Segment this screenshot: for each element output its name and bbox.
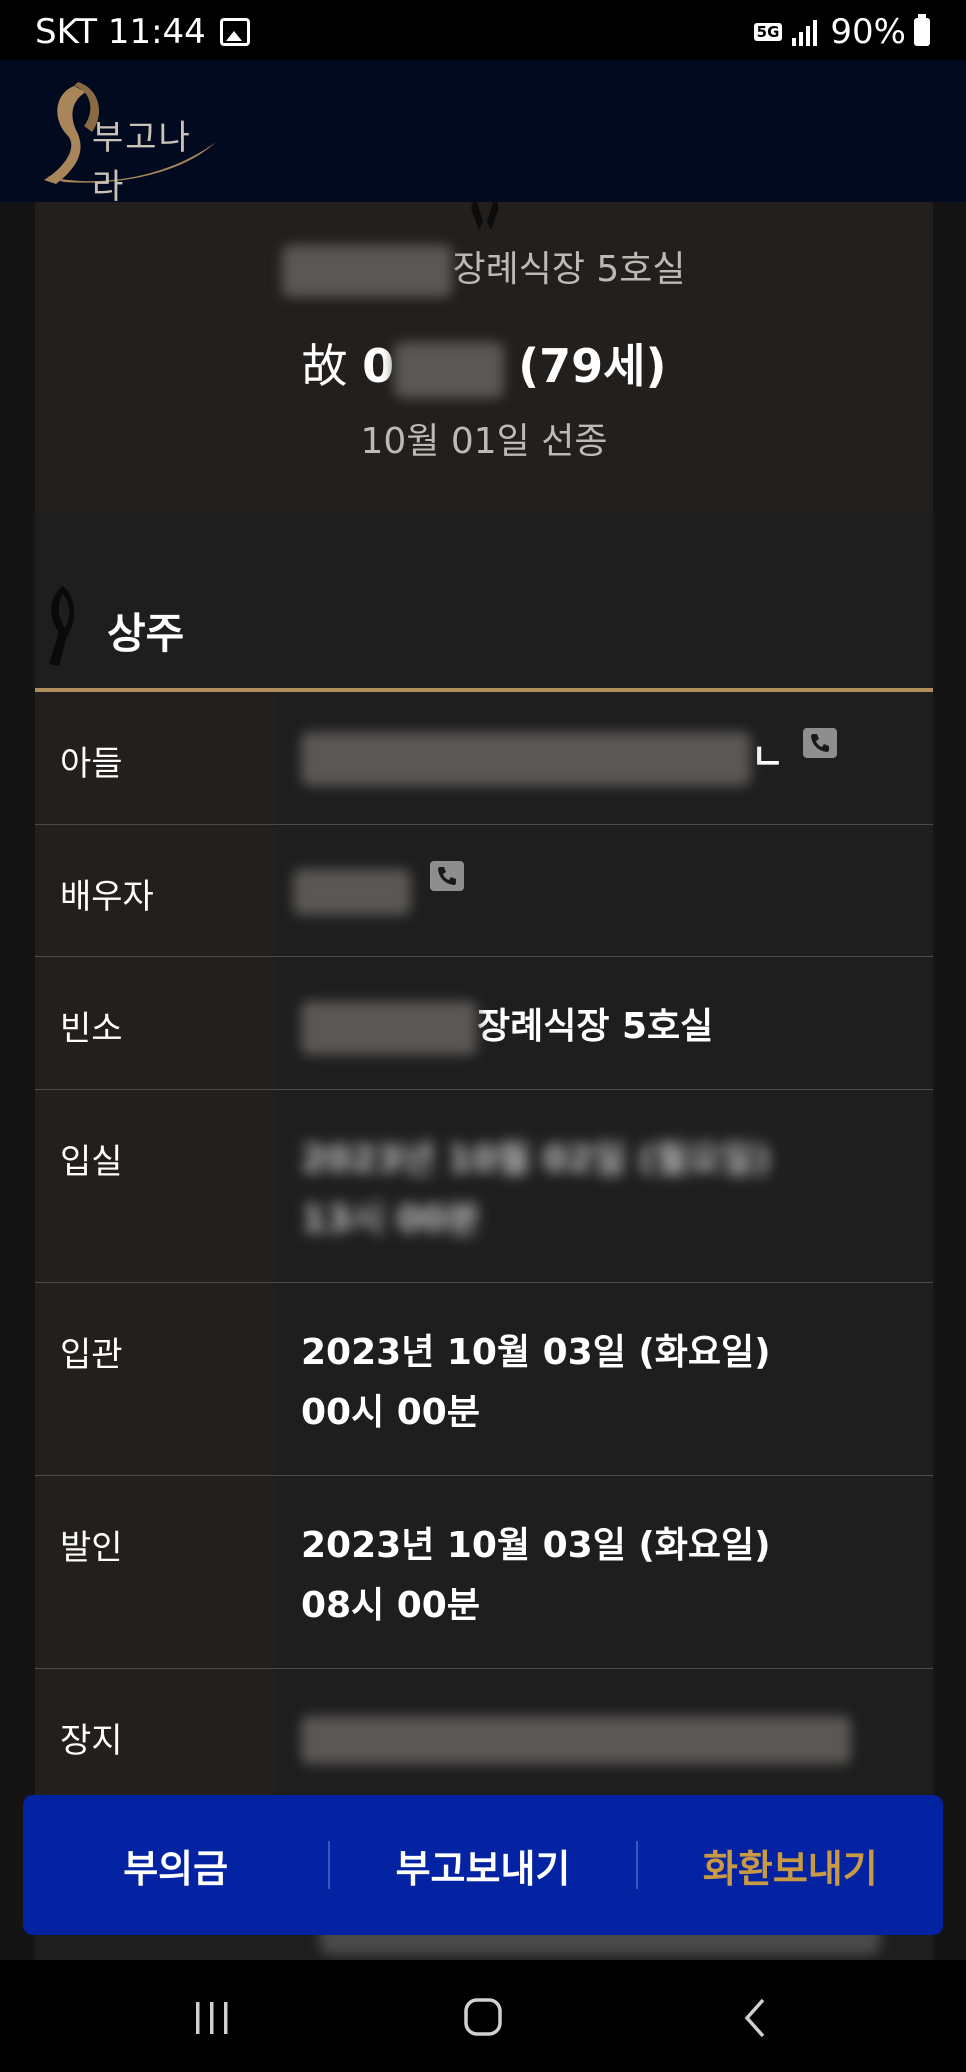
encoffining-value: 2023년 10월 03일 (화요일) 00시 00분: [301, 1323, 771, 1443]
section-header: 상주: [35, 586, 933, 686]
son-value: ㄴ: [301, 728, 837, 788]
row-label: 입실: [60, 1142, 123, 1182]
status-bar: SKT 11:44 5G 90%: [0, 0, 966, 60]
departure-date: 2023년 10월 03일 (화요일): [301, 1525, 771, 1566]
check-in-value: 2023년 10월 02일 (월요일) 13시 00분: [301, 1130, 771, 1250]
screen: SKT 11:44 5G 90% 부고나라 장례식장 5호실 故 0 (79세)…: [0, 0, 966, 2072]
label-cell: [35, 1090, 278, 1282]
phone-icon[interactable]: [802, 728, 837, 758]
mourning-ribbon-icon: [471, 196, 499, 230]
redacted-text: [282, 245, 453, 297]
table-row-spouse: 배우자: [35, 825, 933, 957]
row-label: 아들: [60, 744, 123, 784]
departure-value: 2023년 10월 03일 (화요일) 08시 00분: [301, 1516, 771, 1636]
funeral-hall-room-value: 장례식장 5호실: [477, 1006, 714, 1047]
table-row-burial-site: 장지: [35, 1669, 933, 1809]
signal-icon: [792, 18, 820, 46]
status-right: 5G 90%: [753, 12, 930, 52]
info-table: 아들 ㄴ 배우자 빈소 장례식장 5호실 입실 2023년 10월 02일 (월…: [35, 692, 933, 1809]
table-row-departure: 발인 2023년 10월 03일 (화요일) 08시 00분: [35, 1476, 933, 1669]
logo-text: 부고나라: [92, 118, 192, 207]
deceased-age: (79세): [518, 339, 667, 393]
redacted-text: [301, 732, 751, 786]
departure-time: 08시 00분: [301, 1585, 480, 1626]
check-in-time: 13시 00분: [301, 1199, 480, 1240]
send-wreath-button[interactable]: 화환보내기: [638, 1838, 943, 1893]
logo[interactable]: 부고나라: [34, 76, 224, 207]
home-icon[interactable]: [453, 1996, 513, 2040]
redacted-text: [301, 1716, 851, 1764]
burial-site-value: [301, 1709, 851, 1769]
deceased-prefix: 故: [301, 339, 363, 393]
obituary-content: 장례식장 5호실 故 0 (79세) 10월 01일 선종 상주 아들 ㄴ 배우…: [35, 196, 933, 2072]
funeral-hall-room: 장례식장 5호실: [452, 249, 686, 290]
label-cell: [35, 1283, 278, 1475]
back-icon[interactable]: [727, 1996, 787, 2040]
status-left: SKT 11:44: [35, 12, 250, 52]
battery-icon: [914, 14, 930, 46]
recent-apps-icon[interactable]: [182, 1996, 242, 2040]
funeral-hall-value: 장례식장 5호실: [301, 997, 713, 1057]
phone-icon[interactable]: [429, 861, 464, 891]
section-title: 상주: [107, 609, 185, 658]
action-bar: 부의금 부고보내기 화환보내기: [23, 1795, 943, 1935]
row-label: 장지: [60, 1721, 123, 1761]
label-cell: [35, 1476, 278, 1668]
encoffining-time: 00시 00분: [301, 1392, 480, 1433]
redacted-text: [301, 1001, 477, 1055]
funeral-hall: 장례식장 5호실: [35, 240, 933, 297]
row-label: 배우자: [60, 877, 154, 917]
send-obituary-button[interactable]: 부고보내기: [330, 1838, 635, 1893]
check-in-date: 2023년 10월 02일 (월요일): [301, 1139, 771, 1180]
carrier-time: SKT 11:44: [35, 12, 206, 52]
network-5g-icon: 5G: [753, 23, 783, 41]
row-label: 입관: [60, 1335, 123, 1375]
table-row-funeral-hall: 빈소 장례식장 5호실: [35, 957, 933, 1090]
table-row-encoffining: 입관 2023년 10월 03일 (화요일) 00시 00분: [35, 1283, 933, 1476]
condolence-money-button[interactable]: 부의금: [23, 1838, 328, 1893]
mourning-ribbon-icon: [49, 586, 75, 666]
spouse-value: [293, 861, 464, 921]
obituary-hero: 장례식장 5호실 故 0 (79세) 10월 01일 선종: [35, 196, 933, 510]
table-row-check-in: 입실 2023년 10월 02일 (월요일) 13시 00분: [35, 1090, 933, 1283]
redacted-text: [394, 341, 505, 398]
gallery-notification-icon: [219, 18, 250, 46]
table-row-son: 아들 ㄴ: [35, 692, 933, 825]
row-label: 빈소: [60, 1009, 123, 1049]
encoffining-date: 2023년 10월 03일 (화요일): [301, 1332, 771, 1373]
redacted-text: [293, 869, 411, 915]
app-header: 부고나라: [0, 60, 966, 207]
deceased-name-initial: 0: [362, 339, 395, 393]
row-label: 발인: [60, 1528, 123, 1568]
deceased-name: 故 0 (79세): [35, 330, 933, 398]
son-value-tail: ㄴ: [751, 737, 785, 778]
death-date: 10월 01일 선종: [360, 421, 608, 462]
navigation-bar: [0, 1960, 966, 2072]
battery-percent: 90%: [830, 12, 906, 52]
